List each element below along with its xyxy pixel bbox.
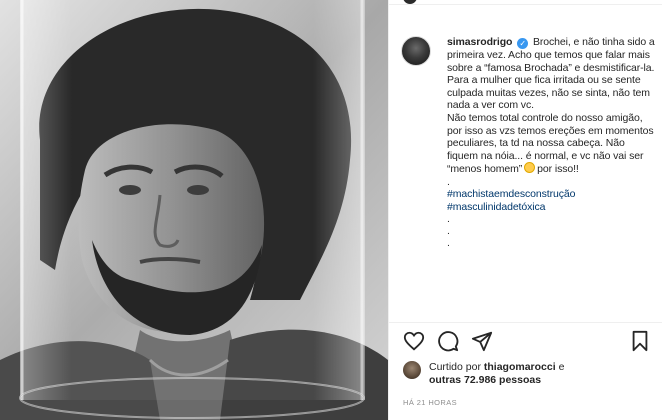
caption-paragraph-3-end: por isso!! <box>537 163 579 176</box>
caption-dot: . <box>447 237 450 250</box>
likes-text: Curtido por thiagomarocci e outras 72.98… <box>429 361 653 387</box>
paper-plane-icon[interactable] <box>471 330 493 352</box>
caption-paragraph-3: Não temos total controle do nosso amigão… <box>447 112 657 176</box>
post-timestamp[interactable]: HÁ 21 HORAS <box>403 398 457 407</box>
liker-username[interactable]: thiagomarocci <box>484 361 556 373</box>
likes-count-link[interactable]: outras 72.986 pessoas <box>429 374 541 386</box>
actions-divider <box>389 322 662 323</box>
caption-text: simasrodrigo ✓ Brochei, e não tinha sido… <box>447 36 657 249</box>
author-username[interactable]: simasrodrigo <box>447 36 512 48</box>
caption-dot: . <box>447 175 450 188</box>
caption-comment: simasrodrigo ✓ Brochei, e não tinha sido… <box>401 36 657 249</box>
comment-icon[interactable] <box>437 330 459 352</box>
header-divider <box>389 4 662 5</box>
likes-summary: Curtido por thiagomarocci e outras 72.98… <box>403 361 653 387</box>
heart-icon[interactable] <box>403 330 425 352</box>
post-details-panel: simasrodrigo ✓ Brochei, e não tinha sido… <box>388 0 662 420</box>
author-avatar[interactable] <box>401 36 431 66</box>
portrait-image <box>0 0 388 420</box>
liker-avatar[interactable] <box>403 361 421 379</box>
caption-paragraph-2: Para a mulher que fica irritada ou se se… <box>447 74 650 112</box>
flushed-face-emoji <box>524 162 536 174</box>
likes-join: e <box>558 361 565 373</box>
likes-prefix: Curtido por <box>429 361 481 373</box>
caption-dot: . <box>447 225 450 238</box>
action-bar <box>403 330 653 356</box>
hashtag-link[interactable]: #masculinidadetóxica <box>447 201 657 214</box>
post-photo[interactable] <box>0 0 388 420</box>
bookmark-icon[interactable] <box>629 330 651 352</box>
hashtag-link[interactable]: #machistaemdesconstrução <box>447 188 657 201</box>
verified-badge-icon: ✓ <box>517 38 529 49</box>
caption-dot: . <box>447 213 450 226</box>
